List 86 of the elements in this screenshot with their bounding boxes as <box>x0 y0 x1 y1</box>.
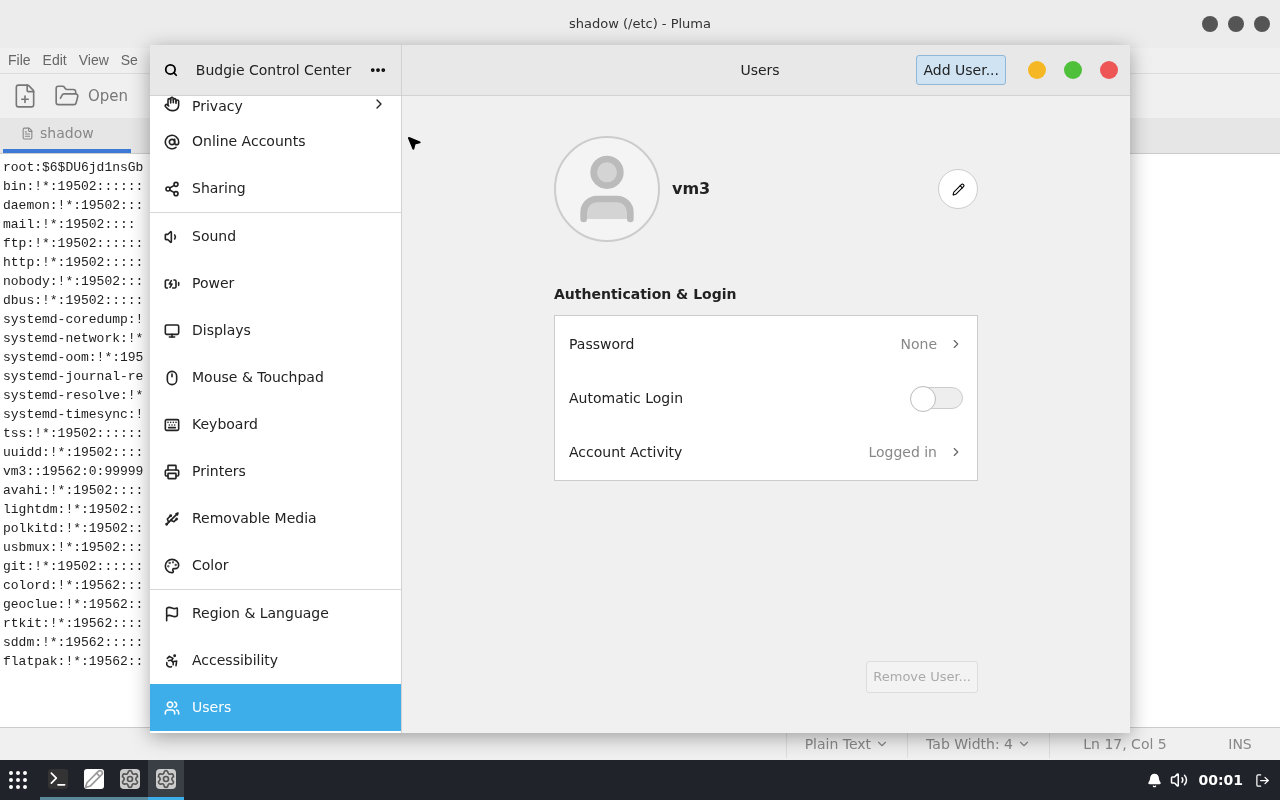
menu-item[interactable]: View <box>78 50 109 71</box>
settings-icon <box>120 768 140 789</box>
logout-icon[interactable] <box>1255 772 1270 788</box>
menu-item[interactable]: Edit <box>42 50 67 71</box>
text-line: root:$6$DU6jd1nsGb <box>3 159 144 177</box>
sidebar-item[interactable]: Keyboard <box>150 401 401 448</box>
bell-icon[interactable] <box>1147 772 1163 788</box>
edit-button[interactable] <box>938 169 978 209</box>
text-line: systemd-resolve:!* <box>3 387 144 405</box>
mouse-pointer-icon <box>406 135 422 151</box>
cursor-position: Ln 17, Col 5 <box>1082 734 1168 754</box>
text-line: systemd-coredump:! <box>3 311 144 329</box>
taskbar-app[interactable] <box>148 760 184 800</box>
open-button[interactable]: Open <box>88 84 129 108</box>
text-line: polkitd:!*:19502:: <box>3 520 144 538</box>
tab-label: shadow <box>40 124 94 143</box>
sidebar-item[interactable]: Color <box>150 542 401 589</box>
settings-row[interactable]: Account Activity Logged in <box>555 425 977 479</box>
text-line: http:!*:19502::::: <box>3 254 144 272</box>
sidebar-item[interactable]: Sharing <box>150 165 401 212</box>
volume-icon[interactable] <box>1170 771 1189 789</box>
sidebar-item[interactable]: Privacy <box>150 96 401 118</box>
sidebar-item[interactable]: Sound <box>150 213 401 260</box>
insert-mode: INS <box>1227 734 1253 754</box>
text-line: tss:!*:19502:::::: <box>3 425 144 443</box>
text-line: sddm:!*:19562::::: <box>3 634 144 652</box>
sidebar-item[interactable]: Power <box>150 260 401 307</box>
accessibility-icon <box>164 652 180 669</box>
text-line: uuidd:!*:19502:::: <box>3 444 144 462</box>
text-line: avahi:!*:19502:::: <box>3 482 144 500</box>
document-icon <box>21 127 34 140</box>
text-line: usbmux:!*:19502::: <box>3 539 144 557</box>
sidebar-item[interactable]: Printers <box>150 448 401 495</box>
window-title: shadow (/etc) - Pluma <box>569 15 711 34</box>
text-line: systemd-journal-re <box>3 368 144 386</box>
text-line: lightdm:!*:19502:: <box>3 501 144 519</box>
user-name: vm3 <box>672 178 712 200</box>
sidebar-item[interactable]: Online Accounts <box>150 118 401 165</box>
displays-icon <box>164 322 180 339</box>
keyboard-icon <box>164 416 180 433</box>
sidebar-item[interactable]: Removable Media <box>150 495 401 542</box>
row-value: Logged in <box>868 442 937 462</box>
text-line: bin:!*:19502:::::: <box>3 178 144 196</box>
printers-icon <box>164 463 180 480</box>
menu-item[interactable]: File <box>8 50 31 71</box>
text-line: vm3::19562:0:99999 <box>3 463 144 481</box>
section-title: Authentication & Login <box>554 285 738 304</box>
menu-item[interactable]: Se <box>120 50 138 71</box>
row-value: None <box>900 334 937 354</box>
text-line: geoclue:!*:19562:: <box>3 596 144 614</box>
sidebar-item[interactable]: Region & Language <box>150 590 401 637</box>
text-line: systemd-network:!* <box>3 330 144 348</box>
pencil-icon <box>951 182 965 196</box>
text-line: colord:!*:19562::: <box>3 577 144 595</box>
sharing-icon <box>164 180 180 197</box>
app-title: Budgie Control Center <box>194 60 353 80</box>
pencil-icon <box>84 768 104 789</box>
text-line: ftp:!*:19502:::::: <box>3 235 144 253</box>
add-user-button[interactable]: Add User... <box>916 55 1006 85</box>
text-line: flatpak:!*:19562:: <box>3 653 144 671</box>
app-grid-icon[interactable] <box>6 768 30 792</box>
close-button[interactable] <box>1254 16 1270 32</box>
text-line: systemd-timesync:! <box>3 406 144 424</box>
mouse-icon <box>164 369 180 386</box>
toggle-switch[interactable] <box>911 387 963 409</box>
page-title: Users <box>740 60 780 80</box>
close-button[interactable] <box>1100 61 1118 79</box>
minimize-button[interactable] <box>1202 16 1218 32</box>
sidebar-item[interactable]: Displays <box>150 307 401 354</box>
clock[interactable]: 00:01 <box>1198 769 1243 791</box>
sidebar-item[interactable]: Accessibility <box>150 637 401 684</box>
row-label: Automatic Login <box>569 388 685 408</box>
text-line: daemon:!*:19502::: <box>3 197 144 215</box>
text-line: git:!*:19502:::::: <box>3 558 144 576</box>
text-line: nobody:!*:19502::: <box>3 273 144 291</box>
text-line: systemd-oom:!*:195 <box>3 349 144 367</box>
terminal-icon <box>48 768 68 789</box>
users-icon <box>164 699 180 716</box>
sidebar-item[interactable]: Mouse & Touchpad <box>150 354 401 401</box>
settings-icon <box>156 768 176 789</box>
text-line: mail:!*:19502:::: <box>3 216 136 234</box>
settings-row[interactable]: Password None <box>555 317 977 371</box>
search-icon[interactable] <box>164 63 178 77</box>
text-line: dbus:!*:19502::::: <box>3 292 144 310</box>
text-line: rtkit:!*:19562:::: <box>3 615 144 633</box>
maximize-button[interactable] <box>1228 16 1244 32</box>
